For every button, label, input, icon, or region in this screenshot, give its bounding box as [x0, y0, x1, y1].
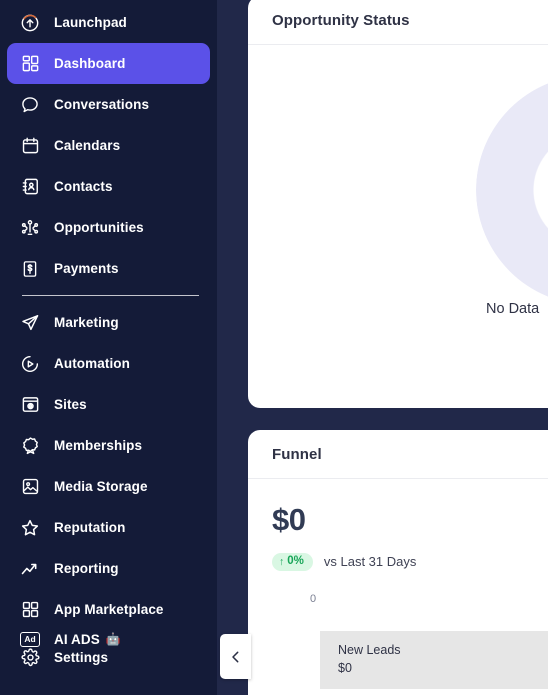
calendar-icon	[19, 135, 41, 157]
sidebar-primary-nav: Launchpad Dashboard Conversations Calend…	[0, 2, 217, 289]
sidebar-item-automation[interactable]: Automation	[7, 343, 210, 384]
payments-bill-icon	[19, 258, 41, 280]
trend-up-arrow-icon	[19, 558, 41, 580]
sidebar-item-label: Marketing	[54, 315, 119, 330]
robot-face-emoji-icon: 🤖	[105, 632, 121, 646]
browser-globe-icon	[19, 394, 41, 416]
sidebar-divider	[22, 295, 199, 296]
donut-ring-segment	[476, 75, 548, 305]
sidebar-item-label: Settings	[54, 649, 109, 665]
sidebar-item-sites[interactable]: Sites	[7, 384, 210, 425]
sidebar-item-settings[interactable]: Settings	[7, 638, 108, 676]
app-grid-icon	[19, 599, 41, 621]
chevron-left-icon	[228, 647, 243, 667]
sidebar-item-label: Dashboard	[54, 56, 126, 71]
app-root: Launchpad Dashboard Conversations Calend…	[0, 0, 548, 695]
axis-tick-zero: 0	[310, 593, 317, 605]
sidebar-collapse-button[interactable]	[220, 634, 251, 679]
sidebar-item-label: Payments	[54, 261, 119, 276]
funnel-chart: $0 ↑ 0% vs Last 31 Days 0 New Leads $0	[248, 479, 548, 695]
sidebar-item-label: Automation	[54, 356, 130, 371]
sidebar-item-label: Reputation	[54, 520, 126, 535]
opportunity-status-chart: No Data	[248, 45, 548, 408]
card-title: Opportunity Status	[272, 11, 410, 29]
sidebar-item-label: Reporting	[54, 561, 119, 576]
sidebar-item-reporting[interactable]: Reporting	[7, 548, 210, 589]
sidebar-item-label: Opportunities	[54, 220, 144, 235]
opportunities-icon	[19, 217, 41, 239]
sidebar-item-opportunities[interactable]: Opportunities	[7, 207, 210, 248]
delta-value: 0%	[287, 555, 304, 567]
comparison-label: vs Last 31 Days	[323, 554, 417, 570]
paper-plane-icon	[19, 312, 41, 334]
sidebar-item-label: Launchpad	[54, 15, 127, 30]
sidebar-item-label: Contacts	[54, 179, 113, 194]
no-data-label: No Data	[486, 301, 540, 317]
card-opportunity-status: Opportunity Status No Data	[248, 0, 548, 408]
card-title: Funnel	[272, 445, 322, 463]
sidebar-item-launchpad[interactable]: Launchpad	[7, 2, 210, 43]
funnel-total-amount: $0	[272, 502, 306, 537]
sidebar-item-marketing[interactable]: Marketing	[7, 302, 210, 343]
sidebar-item-label: Media Storage	[54, 479, 148, 494]
contact-book-icon	[19, 176, 41, 198]
sidebar-item-media-storage[interactable]: Media Storage	[7, 466, 210, 507]
sidebar-item-label: App Marketplace	[54, 602, 164, 617]
card-funnel: Funnel $0 ↑ 0% vs Last 31 Days 0 New Lea…	[248, 430, 548, 695]
sidebar-item-calendars[interactable]: Calendars	[7, 125, 210, 166]
main-content: Opportunity Status No Data Funnel $0 ↑ 0…	[217, 0, 548, 695]
dashboard-grid-icon	[19, 53, 41, 75]
sidebar-item-label: Calendars	[54, 138, 121, 153]
funnel-stage-name: New Leads	[338, 643, 401, 657]
sidebar-item-payments[interactable]: Payments	[7, 248, 210, 289]
sidebar-item-conversations[interactable]: Conversations	[7, 84, 210, 125]
sidebar-item-contacts[interactable]: Contacts	[7, 166, 210, 207]
donut-chart[interactable]	[476, 75, 548, 305]
funnel-stage-bar[interactable]: New Leads $0	[320, 631, 548, 689]
rocket-launch-icon	[19, 12, 41, 34]
sidebar-secondary-nav: Marketing Automation Sites Memberships M…	[0, 302, 217, 630]
sidebar-item-reputation[interactable]: Reputation	[7, 507, 210, 548]
play-circle-icon	[19, 353, 41, 375]
card-header: Opportunity Status	[248, 0, 548, 45]
funnel-stage-value: $0	[338, 661, 352, 676]
image-picture-icon	[19, 476, 41, 498]
sidebar: Launchpad Dashboard Conversations Calend…	[0, 0, 217, 695]
sidebar-item-label: Conversations	[54, 97, 150, 112]
gear-icon	[19, 646, 41, 668]
sidebar-item-memberships[interactable]: Memberships	[7, 425, 210, 466]
star-icon	[19, 517, 41, 539]
chat-bubble-icon	[19, 94, 41, 116]
funnel-delta-row: ↑ 0% vs Last 31 Days	[272, 553, 416, 571]
award-ribbon-icon	[19, 435, 41, 457]
card-header: Funnel	[248, 430, 548, 479]
sidebar-item-dashboard[interactable]: Dashboard	[7, 43, 210, 84]
status-badge: ↑ 0%	[272, 553, 313, 571]
arrow-up-icon: ↑	[279, 555, 285, 568]
sidebar-item-label: Sites	[54, 397, 87, 412]
sidebar-item-label: Memberships	[54, 438, 143, 453]
